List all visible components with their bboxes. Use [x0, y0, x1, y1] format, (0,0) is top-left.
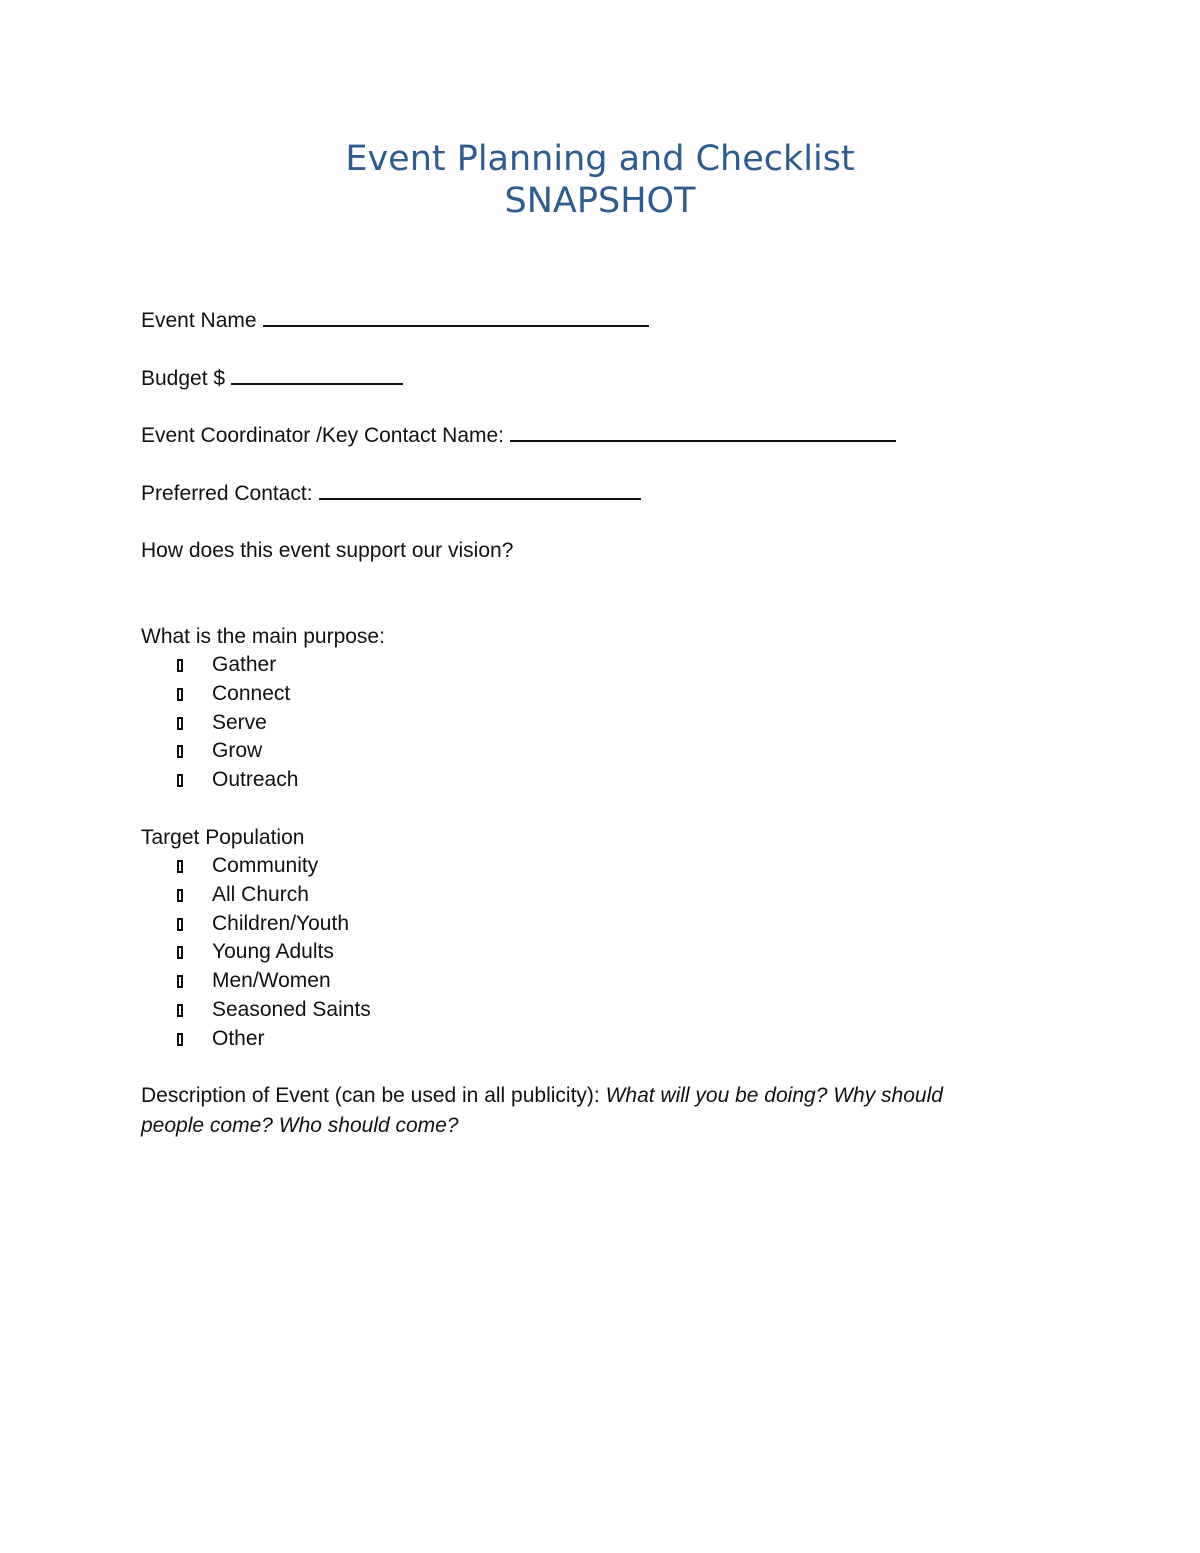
target-population-heading: Target Population [141, 826, 305, 849]
option-label: Children/Youth [212, 911, 349, 935]
target-option-community[interactable]: Community [141, 852, 371, 881]
purpose-option-outreach[interactable]: Outreach [141, 766, 385, 795]
preferred-contact-blank[interactable] [318, 480, 641, 500]
checkbox-icon[interactable] [177, 687, 183, 701]
checkbox-icon[interactable] [177, 774, 183, 788]
option-label: Connect [212, 681, 291, 705]
coordinator-blank[interactable] [510, 422, 897, 442]
option-label: Grow [212, 739, 263, 763]
event-name-field: Event Name [141, 307, 649, 335]
event-name-blank[interactable] [262, 307, 649, 327]
budget-field: Budget $ [141, 365, 404, 393]
document-title: Event Planning and Checklist SNAPSHOT [0, 138, 1200, 222]
target-population-options: Community All Church Children/Youth Youn… [141, 852, 371, 1054]
budget-label: Budget $ [141, 367, 226, 390]
target-option-all-church[interactable]: All Church [141, 881, 371, 910]
purpose-option-connect[interactable]: Connect [141, 680, 385, 709]
title-line-1: Event Planning and Checklist [345, 139, 855, 179]
checkbox-icon[interactable] [177, 888, 183, 902]
purpose-option-grow[interactable]: Grow [141, 737, 385, 766]
preferred-contact-field: Preferred Contact: [141, 480, 641, 508]
coordinator-field: Event Coordinator /Key Contact Name: [141, 422, 897, 450]
purpose-heading: What is the main purpose: [141, 625, 385, 648]
purpose-section: What is the main purpose: Gather Connect… [141, 623, 385, 795]
option-label: Serve [212, 710, 267, 734]
checkbox-icon[interactable] [177, 659, 183, 672]
checkbox-icon[interactable] [177, 1032, 183, 1046]
purpose-options: Gather Connect Serve Grow Outreach [141, 651, 385, 795]
description-label: Description of Event (can be used in all… [141, 1084, 600, 1107]
option-label: Outreach [212, 768, 299, 792]
title-line-2: SNAPSHOT [504, 181, 696, 221]
coordinator-label: Event Coordinator /Key Contact Name: [141, 424, 505, 447]
checkbox-icon[interactable] [177, 716, 183, 730]
option-label: Men/Women [212, 969, 331, 993]
option-label: Community [212, 854, 319, 877]
option-label: Gather [212, 653, 277, 676]
option-label: Young Adults [212, 940, 334, 964]
preferred-contact-label: Preferred Contact: [141, 482, 313, 505]
vision-question: How does this event support our vision? [141, 539, 514, 562]
checkbox-icon[interactable] [177, 917, 183, 931]
event-name-label: Event Name [141, 309, 257, 332]
target-option-young-adults[interactable]: Young Adults [141, 938, 371, 967]
checkbox-icon[interactable] [177, 1003, 183, 1017]
checkbox-icon[interactable] [177, 975, 183, 989]
target-option-other[interactable]: Other [141, 1025, 371, 1054]
budget-blank[interactable] [231, 365, 404, 385]
option-label: Other [212, 1026, 265, 1050]
purpose-option-gather[interactable]: Gather [141, 651, 385, 680]
target-option-men-women[interactable]: Men/Women [141, 967, 371, 996]
description-section: Description of Event (can be used in all… [141, 1081, 981, 1141]
checkbox-icon[interactable] [177, 946, 183, 960]
checkbox-icon[interactable] [177, 745, 183, 759]
option-label: All Church [212, 882, 309, 906]
option-label: Seasoned Saints [212, 997, 371, 1021]
target-population-section: Target Population Community All Church C… [141, 824, 371, 1054]
purpose-option-serve[interactable]: Serve [141, 709, 385, 738]
target-option-seasoned-saints[interactable]: Seasoned Saints [141, 996, 371, 1025]
checkbox-icon[interactable] [177, 860, 183, 873]
target-option-children-youth[interactable]: Children/Youth [141, 910, 371, 939]
